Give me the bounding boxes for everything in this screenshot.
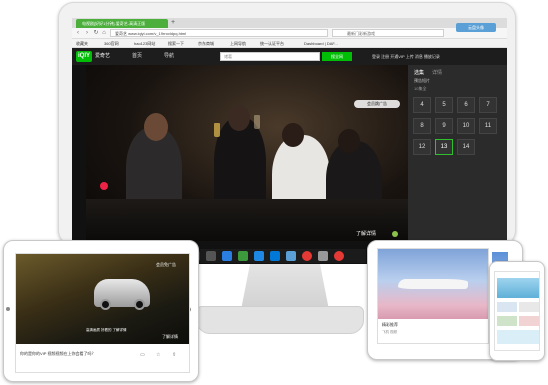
tablet-right-screen: 精彩推荐 飞机 视频 — [377, 248, 489, 344]
airplane-shape — [398, 279, 468, 289]
monitor-screen: 电视剧[好好1分钟]-爱奇艺-高清正版 + ‹ › ↻ ⌂ 爱奇艺 www.iq… — [72, 18, 507, 264]
cloud-button[interactable]: 云盘头像 — [456, 23, 496, 32]
taskbar-app-icon[interactable] — [286, 251, 296, 261]
comment-icon[interactable]: ▭ — [140, 352, 145, 358]
tablet-camera-dot — [6, 307, 10, 311]
person-head — [228, 105, 250, 131]
forward-icon[interactable]: › — [83, 30, 91, 37]
taskbar-app-icon[interactable] — [270, 251, 280, 261]
browser-tab[interactable]: 电视剧[好好1分钟]-爱奇艺-高清正版 — [76, 19, 168, 28]
bookmark-item[interactable]: hao123网站 — [134, 40, 155, 47]
site-header: iQIY 爱奇艺 首页 导航 诸葛 搜全网 登录 注册 开通VIP 上传 消息 … — [72, 48, 507, 65]
site-search-input[interactable]: 诸葛 — [220, 52, 320, 61]
bookmark-item[interactable]: 收藏夹 — [76, 40, 88, 47]
taskbar-app-icon[interactable] — [302, 251, 312, 261]
new-tab-button[interactable]: + — [169, 18, 177, 28]
episode-button[interactable]: 9 — [435, 118, 453, 134]
tablet-detail-button[interactable]: 了解详情 — [162, 334, 178, 340]
phone-screen — [494, 271, 540, 351]
share-icon[interactable]: ⇪ — [172, 352, 176, 358]
person-head — [338, 129, 360, 153]
video-player[interactable]: 会员跳广告 了解详情 — [86, 65, 408, 241]
monitor-stand-base — [196, 306, 364, 334]
taskbar-app-icon[interactable] — [238, 251, 248, 261]
site-search-button[interactable]: 搜全网 — [322, 52, 352, 61]
tablet-caption: 你的是你的VIP 视频视频在上你会看了吗？ — [20, 351, 96, 356]
taskbar-app-icon[interactable] — [206, 251, 216, 261]
tablet-video[interactable]: 会员免广告 高清画质 好看的 了解详情 了解详情 — [16, 254, 189, 344]
person-head — [282, 123, 304, 147]
tab-episodes[interactable]: 选集 — [414, 69, 424, 76]
wine-glass — [254, 115, 260, 129]
url-input[interactable]: 爱奇艺 www.iqiyi.com/v_19rrovldpq.html — [110, 29, 328, 37]
nav-home[interactable]: 首页 — [132, 53, 142, 60]
star-icon[interactable]: ☆ — [156, 352, 160, 358]
episode-button[interactable]: 10 — [457, 118, 475, 134]
taskbar-browser-icon[interactable] — [254, 251, 264, 261]
car-wheel — [134, 299, 145, 310]
bookmark-item[interactable]: 搜索一下 — [168, 40, 184, 47]
episode-button[interactable]: 5 — [435, 97, 453, 113]
bookmark-item[interactable]: 上网导航 — [230, 40, 246, 47]
taskbar — [186, 249, 366, 263]
taskbar-app-icon[interactable] — [222, 251, 232, 261]
bookmark-item[interactable]: 京东商城 — [198, 40, 214, 47]
home-icon[interactable]: ⌂ — [100, 30, 108, 37]
back-icon[interactable]: ‹ — [74, 30, 82, 37]
episode-panel: 选集 详情 预告短片 10集全 4 5 6 7 8 9 10 11 12 13 … — [408, 65, 507, 264]
episode-button[interactable]: 12 — [413, 139, 431, 155]
browser-tabbar: 电视剧[好好1分钟]-爱奇艺-高清正版 + — [72, 18, 507, 28]
airplane-image[interactable] — [378, 249, 488, 319]
episode-button[interactable]: 6 — [457, 97, 475, 113]
episode-count: 10集全 — [414, 86, 427, 91]
header-user-links[interactable]: 登录 注册 开通VIP 上传 消息 播放记录 — [372, 53, 440, 60]
brand-name: 爱奇艺 — [95, 53, 111, 59]
refresh-icon[interactable]: ↻ — [92, 30, 100, 37]
phone-list-item[interactable] — [497, 330, 539, 344]
person-head — [144, 113, 168, 141]
phone-thumb[interactable] — [519, 316, 539, 326]
tablet-screen: 会员免广告 高清画质 好看的 了解详情 了解详情 你的是你的VIP 视频视频在上… — [15, 253, 190, 373]
tablet-vip-label[interactable]: 会员免广告 — [156, 262, 176, 268]
car-wheel — [100, 299, 111, 310]
bookmark-item[interactable]: 统一认证平台 — [260, 40, 284, 47]
bookmarks-bar: 收藏夹 360官网 hao123网站 搜索一下 京东商城 上网导航 统一认证平台… — [72, 39, 507, 48]
episode-button[interactable]: 14 — [457, 139, 475, 155]
episode-button[interactable]: 7 — [479, 97, 497, 113]
site-logo[interactable]: iQIY — [76, 51, 92, 62]
taskbar-app-icon[interactable] — [318, 251, 328, 261]
tablet-right-sub: 飞机 视频 — [382, 330, 397, 334]
bookmark-item[interactable]: 360官网 — [104, 40, 119, 47]
brand-badge-icon — [100, 182, 108, 190]
learn-more-icon — [392, 231, 398, 237]
episode-button[interactable]: 8 — [413, 118, 431, 134]
phone-thumb[interactable] — [497, 316, 517, 326]
episode-section-label: 预告短片 — [414, 78, 430, 83]
episode-button[interactable]: 4 — [413, 97, 431, 113]
browser-search-input[interactable]: 最新门彩新游戏 — [332, 29, 444, 37]
tab-details[interactable]: 详情 — [432, 69, 442, 76]
phone-thumb[interactable] — [519, 302, 539, 312]
bookmark-item[interactable]: Dashboard | DAF... — [304, 40, 338, 47]
browser-addressbar: ‹ › ↻ ⌂ 爱奇艺 www.iqiyi.com/v_19rrovldpq.h… — [72, 28, 507, 39]
phone-banner[interactable] — [497, 278, 539, 298]
wine-glass — [214, 123, 220, 137]
tablet-sub-label: 高清画质 好看的 了解详情 — [86, 328, 127, 332]
taskbar-app-icon[interactable] — [334, 251, 344, 261]
phone-thumb[interactable] — [497, 302, 517, 312]
episode-button-active[interactable]: 13 — [435, 139, 453, 155]
episode-button[interactable]: 11 — [479, 118, 497, 134]
ad-skip-button[interactable]: 会员跳广告 — [354, 100, 400, 108]
nav-menu[interactable]: 导航 — [164, 53, 174, 60]
tablet-right-caption: 精彩推荐 — [382, 322, 398, 327]
